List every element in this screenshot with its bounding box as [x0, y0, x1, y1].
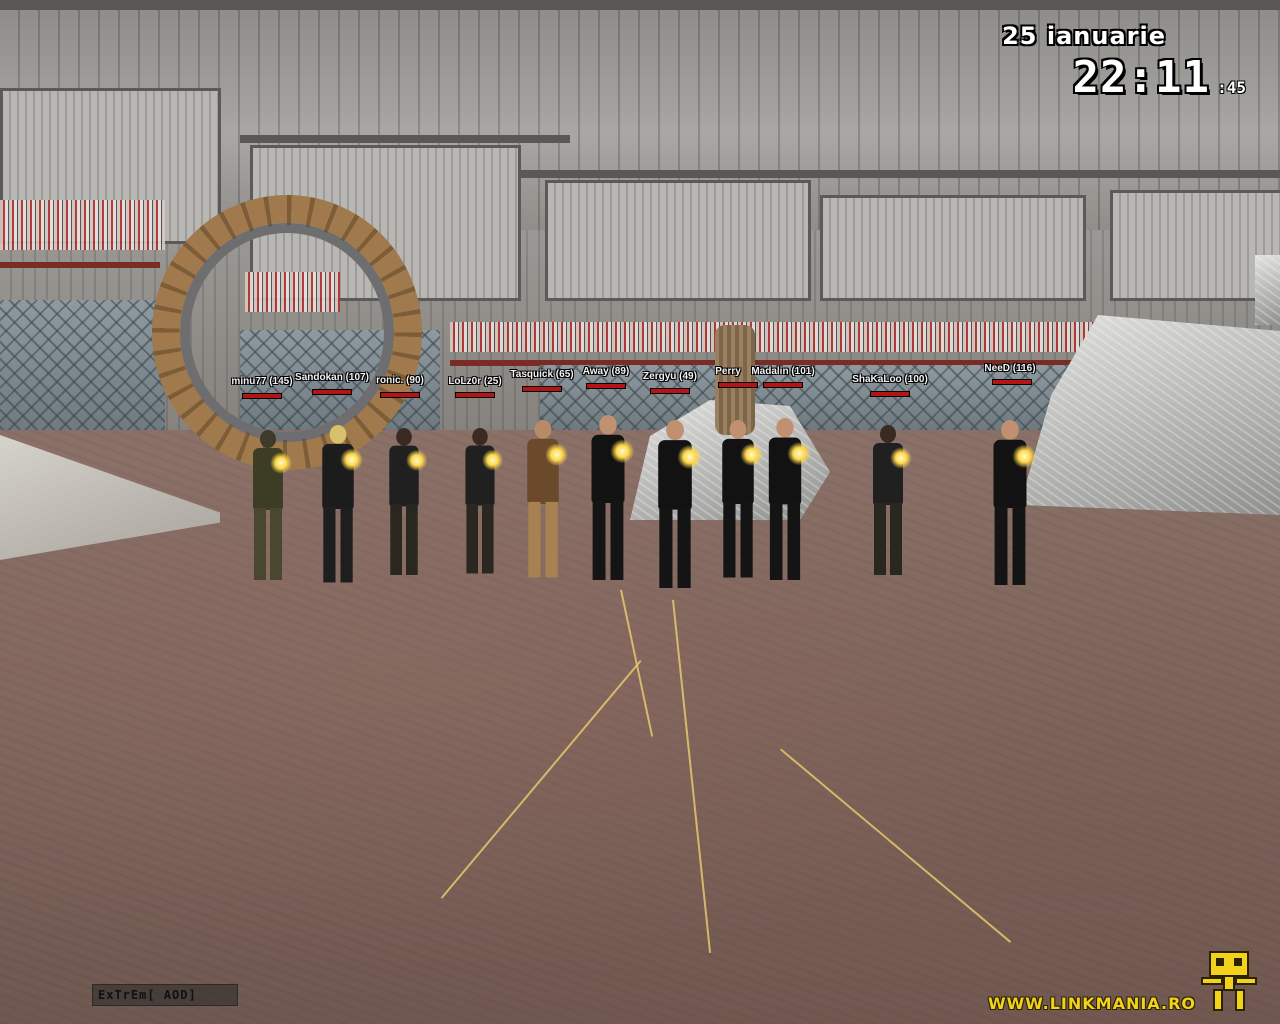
watermark-text: WWW.LINKMANIA.RO	[988, 994, 1196, 1013]
player-nametag: Madalin (101)	[751, 366, 815, 377]
player-legs	[592, 500, 624, 580]
player-health-bar	[763, 382, 803, 388]
hud-clock: 22:11	[1072, 52, 1210, 103]
player-model	[461, 428, 504, 578]
player-health-bar	[718, 382, 758, 388]
robot-mascot-icon	[1201, 951, 1257, 1011]
wooden-log	[715, 325, 755, 435]
player-head	[599, 415, 617, 435]
player-model	[653, 420, 702, 594]
player-health-bar	[586, 383, 626, 389]
muzzle-flash	[890, 447, 912, 469]
muzzle-flash	[677, 444, 702, 470]
player-health-bar	[650, 388, 690, 394]
player-health-bar	[380, 392, 420, 398]
muzzle-flash	[545, 443, 569, 467]
muzzle-flash	[740, 443, 764, 467]
player-head	[472, 428, 488, 446]
player-legs	[659, 507, 691, 588]
player-model	[868, 425, 912, 580]
muzzle-flash	[787, 441, 811, 466]
player-model	[763, 418, 811, 585]
player-legs	[723, 501, 753, 578]
stand-rail	[0, 262, 160, 268]
game-viewport[interactable]: minu77 (145) Sandokan (107) ronic. (90) LoL…	[0, 0, 1280, 1024]
player-health-bar	[522, 386, 562, 392]
player-legs	[254, 508, 282, 580]
player-head	[729, 420, 747, 439]
player-nametag: Perry	[715, 366, 741, 377]
player-nametag: ShaKaLoo (100)	[852, 374, 928, 385]
player-nametag: Away (89)	[582, 366, 630, 377]
roof-beam	[240, 135, 570, 143]
player-model	[248, 430, 292, 585]
player-head	[1001, 420, 1019, 440]
muzzle-flash	[270, 452, 292, 474]
spectator-stand	[450, 322, 1110, 352]
roof-beam	[0, 0, 1280, 10]
player-health-bar	[992, 379, 1032, 385]
player-head	[260, 430, 276, 448]
player-head	[666, 420, 684, 441]
player-legs	[874, 503, 902, 575]
muzzle-flash	[340, 448, 364, 472]
chat-input[interactable]: ExTrEm[ AOD]	[92, 984, 238, 1006]
player-model	[717, 420, 764, 583]
player-legs	[994, 505, 1026, 585]
player-nametag: NeeD (116)	[984, 363, 1036, 374]
player-legs	[323, 506, 353, 583]
player-legs	[390, 504, 418, 575]
player-head	[396, 428, 412, 446]
player-nametag: ronic. (90)	[376, 375, 424, 386]
player-model	[586, 415, 635, 586]
wall-panel	[545, 180, 811, 301]
rock-edge	[1255, 255, 1280, 325]
muzzle-flash	[405, 449, 428, 472]
player-model	[988, 420, 1037, 591]
player-health-bar	[870, 391, 910, 397]
player-model	[317, 425, 364, 588]
player-head	[329, 425, 347, 444]
player-nametag: Tasquick (65)	[510, 369, 574, 380]
player-head	[776, 418, 794, 438]
player-legs	[769, 502, 801, 580]
player-nametag: LoLz0r (25)	[448, 376, 502, 387]
hud-clock-seconds: :45	[1217, 78, 1246, 97]
player-health-bar	[242, 393, 282, 399]
roof-beam	[520, 170, 1280, 178]
player-legs	[466, 503, 494, 574]
player-nametag: Sandokan (107)	[295, 372, 369, 383]
player-head	[880, 425, 896, 443]
hud-date: 25 ianuarie	[1002, 22, 1166, 50]
player-head	[534, 420, 552, 439]
player-health-bar	[312, 389, 352, 395]
muzzle-flash	[1012, 444, 1037, 469]
chain-fence	[0, 300, 165, 445]
chat-input-text: ExTrEm[ AOD]	[98, 988, 197, 1002]
spectator-stand	[0, 200, 165, 250]
player-model	[522, 420, 569, 583]
player-nametag: minu77 (145)	[231, 376, 293, 387]
player-nametag: Zergyu (49)	[643, 371, 697, 382]
player-legs	[528, 501, 558, 578]
player-model	[384, 428, 428, 580]
muzzle-flash	[481, 449, 504, 471]
stunt-loop-planks	[152, 195, 422, 470]
muzzle-flash	[610, 439, 635, 464]
wall-panel	[820, 195, 1086, 301]
player-health-bar	[455, 392, 495, 398]
